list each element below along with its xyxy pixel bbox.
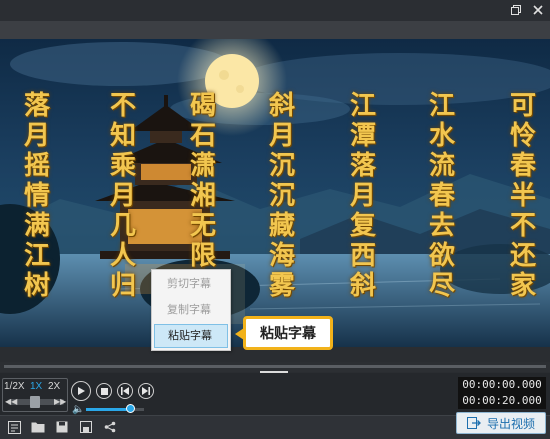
share-icon[interactable] xyxy=(103,420,117,434)
subtitle-column-3: 江潭落月复西斜 xyxy=(349,91,376,301)
next-frame-button[interactable] xyxy=(138,383,154,399)
save-as-icon[interactable] xyxy=(79,420,93,434)
volume-fill xyxy=(86,408,130,411)
menu-item-copy-subtitle[interactable]: 复制字幕 xyxy=(154,298,228,322)
step-back-icon xyxy=(121,387,129,395)
folder-open-icon[interactable] xyxy=(31,420,45,434)
subtitle-column-1: 可怜春半不还家 xyxy=(509,91,536,301)
subtitle-column-4: 斜月沉沉藏海雾 xyxy=(268,91,295,301)
slower-icon[interactable]: ◀◀ xyxy=(5,397,17,406)
subtitle-icon[interactable] xyxy=(7,420,21,434)
export-video-label: 导出视频 xyxy=(486,416,535,431)
subtitle-column-7: 落月摇情满江树 xyxy=(23,91,50,301)
stop-icon xyxy=(100,387,108,395)
speed-2x[interactable]: 2X xyxy=(48,381,60,392)
speed-slider-thumb[interactable] xyxy=(30,396,40,408)
subtitle-column-6: 不知乘月几人归 xyxy=(109,91,136,301)
title-bar xyxy=(0,0,550,21)
preview-header xyxy=(0,21,550,39)
speed-1x[interactable]: 1X xyxy=(30,381,42,392)
volume-icon[interactable]: 🔈 xyxy=(72,404,84,415)
export-video-button[interactable]: 导出视频 xyxy=(456,412,546,434)
menu-item-paste-subtitle[interactable]: 粘贴字幕 xyxy=(154,324,228,348)
export-icon xyxy=(466,417,481,429)
restore-icon[interactable] xyxy=(508,2,524,18)
stop-button[interactable] xyxy=(96,383,112,399)
play-button[interactable] xyxy=(71,381,91,401)
menu-item-cut-subtitle[interactable]: 剪切字幕 xyxy=(154,272,228,296)
step-forward-icon xyxy=(142,387,150,395)
subtitle-column-2: 江水流春去欲尽 xyxy=(428,91,455,301)
context-menu: 剪切字幕 复制字幕 粘贴字幕 xyxy=(151,269,231,351)
current-time: 00:00:00.000 xyxy=(458,377,546,393)
volume-slider-thumb[interactable] xyxy=(125,404,135,413)
video-preview[interactable]: 可怜春半不还家 江水流春去欲尽 江潭落月复西斜 斜月沉沉藏海雾 碣石潇湘无限路 … xyxy=(0,39,550,347)
play-icon xyxy=(78,387,85,395)
faster-icon[interactable]: ▶▶ xyxy=(54,397,66,406)
paste-subtitle-callout: 粘贴字幕 xyxy=(235,316,333,350)
speed-half[interactable]: 1/2X xyxy=(4,381,25,392)
total-time: 00:00:20.000 xyxy=(458,393,546,409)
progress-track[interactable] xyxy=(4,365,546,368)
save-icon[interactable] xyxy=(55,420,69,434)
close-icon[interactable] xyxy=(530,2,546,18)
previous-frame-button[interactable] xyxy=(117,383,133,399)
